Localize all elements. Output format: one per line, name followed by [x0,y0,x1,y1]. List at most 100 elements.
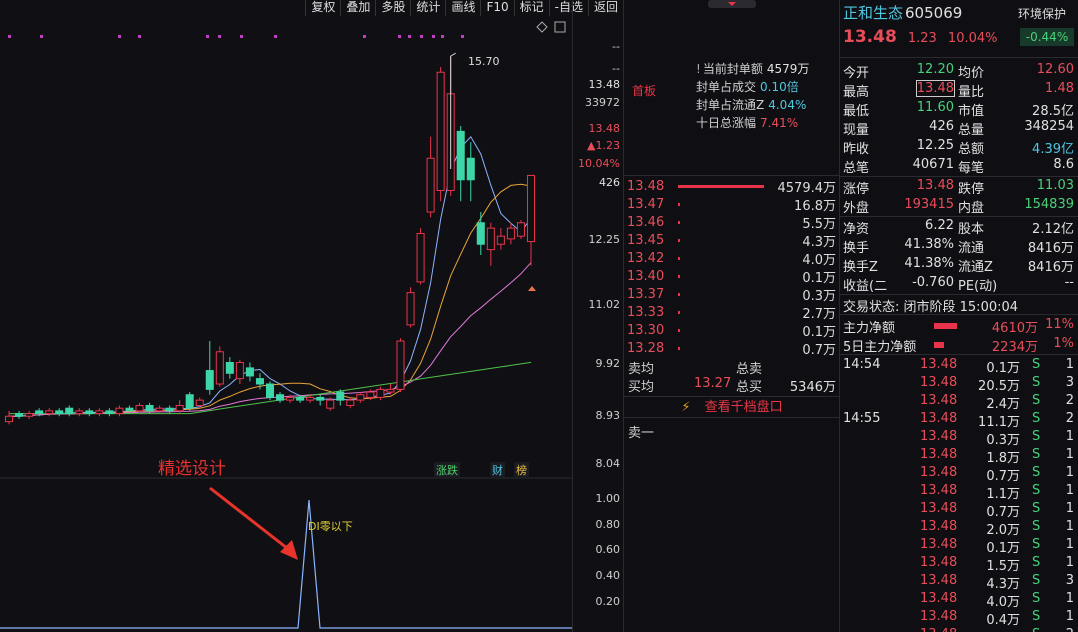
bid-row[interactable]: 13.28 0.7万 [624,339,840,358]
bid-qty: 0.3万 [802,288,836,304]
bid-row[interactable]: 13.40 0.1万 [624,267,840,286]
toolbar-button-1[interactable]: 叠加 [340,0,375,16]
high-marker-tick [450,52,456,57]
toolbar-button-0[interactable]: 复权 [305,0,340,16]
bid-price: 13.28 [627,340,665,356]
bid-price: 13.37 [627,286,665,302]
flow-row: 主力净额 4610万 11% [840,317,1078,336]
sector-name[interactable]: 环境保护 [1018,5,1066,22]
bid-row[interactable]: 13.45 4.3万 [624,231,840,250]
seal-row-value: 0.10倍 [760,80,799,94]
stat-label: 今开 [843,66,870,81]
signal-dot [274,35,277,38]
tick-row: 13.48 0.1万 S 1 [840,537,1078,556]
tick-row: 13.48 20.5万 S 3 [840,375,1078,394]
sell-one-label: 卖一 [628,426,655,441]
stat-value: -0.760 [912,275,954,290]
tick-row: 13.48 2.0万 S 1 [840,519,1078,538]
chart-tag-2[interactable]: 榜 [514,462,529,478]
chart-tag-0[interactable]: 涨跌 [434,462,460,478]
window-icon[interactable] [554,21,566,33]
stat-label: 净资 [843,222,870,237]
candle-body [416,233,425,283]
stat-value: 12.20 [916,62,954,77]
kline-chart-pane[interactable]: 复权 叠加 多股 统计 画线 F10 标记 -自选 返回 -- -- 13.48 33972 13.48… [0,0,624,632]
signal-dot [408,35,411,38]
stat-label: 均价 [958,66,985,81]
chart-tag-1[interactable]: 财 [490,462,505,478]
tick-side: S [1032,627,1040,632]
bid-price: 13.42 [627,250,665,266]
bid-volume-bar [678,328,680,332]
candle-body [55,410,64,415]
toolbar-button-3[interactable]: 统计 [410,0,445,16]
kline-svg[interactable] [0,0,572,632]
tick-volume: 1.5万 [986,559,1020,574]
toolbar-button-5[interactable]: F10 [480,0,513,16]
bid-qty: 2.7万 [802,306,836,322]
tick-price: 13.48 [920,537,958,552]
seal-row-label: 封单占成交 [696,80,757,94]
high-price-label: 15.70 [468,55,500,68]
candle-body [296,396,305,401]
stat-row: 今开 12.20 均价 12.60 [840,62,1078,81]
collapse-tab[interactable] [624,0,840,14]
tick-side: S [1032,393,1041,408]
candle-body [466,157,475,181]
stat-value: -- [1064,275,1074,290]
candle-body [336,391,345,401]
toolbar-button-6[interactable]: 标记 [513,0,549,16]
signal-dot [118,35,121,38]
tick-volume: 2.0万 [986,523,1020,538]
tick-count: 1 [1065,519,1074,534]
bid-row[interactable]: 13.48 4579.4万 [624,177,840,196]
stat-value: 41.38% [904,237,954,252]
stock-title[interactable]: 正和生态 605069 [843,2,962,23]
tick-count: 3 [1065,375,1074,390]
tick-row: 13.48 0.4万 S 1 [840,609,1078,628]
stats-block-2: 涨停 13.48 跌停 11.03 外盘 193415 内盘 154839 [840,178,1078,216]
bid-row[interactable]: 13.46 5.5万 [624,213,840,232]
indicator-axis-label: 0.20 [595,595,621,608]
toolbar-button-4[interactable]: 画线 [445,0,480,16]
bid-row[interactable]: 13.30 0.1万 [624,321,840,340]
candle-body [456,130,465,181]
stat-label: PE(动) [958,279,998,294]
candle-body [65,407,74,415]
flow-label: 5日主力净额 [843,340,917,355]
bid-volume-bar [678,184,764,188]
tick-list: 14:54 13.48 0.1万 S 1 13.48 20.5万 S 3 13.48 2.4万 S 2 1… [840,357,1078,632]
tick-price: 13.48 [920,519,958,534]
stats-block-3: 净资 6.22 股本 2.12亿 换手 41.38% 流通 8416万 换手Z 41.38% 流通Z… [840,218,1078,294]
tick-volume: 0.7万 [986,469,1020,484]
tick-side: S [1032,375,1041,390]
tick-price: 13.48 [920,465,958,480]
bid-row[interactable]: 13.47 16.8万 [624,195,840,214]
bid-row[interactable]: 13.42 4.0万 [624,249,840,268]
signal-dot [441,35,444,38]
candle-body [265,383,275,398]
price-axis-label: 8.93 [595,409,621,422]
tick-count: 1 [1065,357,1074,372]
seal-row-value: 4579万 [766,62,810,76]
bid-row[interactable]: 13.37 0.3万 [624,285,840,304]
bid-row[interactable]: 13.33 2.7万 [624,303,840,322]
tick-count: 2 [1065,393,1074,408]
price-axis-label: 10.04% [578,157,620,170]
price-axis-label: 9.92 [595,357,621,370]
diamond-icon[interactable] [536,21,548,33]
stat-label: 总笔 [843,161,870,176]
stat-value: 2.12亿 [1032,222,1074,237]
toolbar-button-2[interactable]: 多股 [375,0,410,16]
tick-volume: 1.8万 [986,451,1020,466]
stat-label: 量比 [958,85,985,100]
qiandang-button[interactable]: ⚡ 查看千档盘口 [624,396,840,418]
tick-count: 3 [1065,573,1074,588]
candle-body [15,413,24,417]
stat-row: 外盘 193415 内盘 154839 [840,197,1078,216]
stat-label: 内盘 [958,201,985,216]
tick-count: 1 [1065,555,1074,570]
stat-value: 12.60 [1036,62,1074,77]
tick-price: 13.48 [920,483,958,498]
price-axis-label: 13.48 [588,78,621,91]
